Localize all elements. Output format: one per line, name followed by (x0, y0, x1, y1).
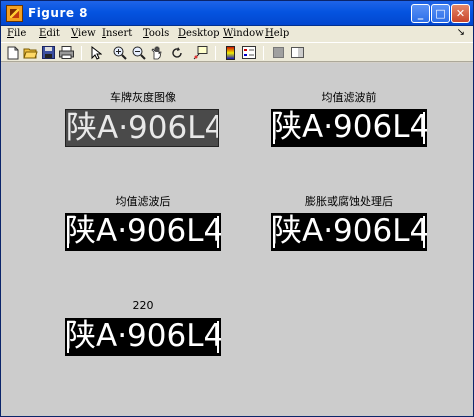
subplot-title: 均值滤波前 (321, 91, 377, 104)
title-bar[interactable]: Figure 8 _ □ ✕ (1, 1, 473, 26)
rotate-icon[interactable] (169, 45, 184, 60)
figure-canvas: 车牌灰度图像 陕A·906L4 均值滤波前 陕A·906L4 均值滤波后 陕A·… (1, 63, 473, 416)
matlab-icon (6, 5, 23, 22)
save-icon[interactable] (41, 45, 56, 60)
close-button[interactable]: ✕ (451, 4, 470, 23)
subplot-title: 220 (132, 299, 154, 312)
pointer-icon[interactable] (89, 45, 104, 60)
zoom-in-icon[interactable] (112, 45, 127, 60)
maximize-button[interactable]: □ (431, 4, 450, 23)
show-plot-tools-icon[interactable] (290, 45, 305, 60)
subplot-title: 车牌灰度图像 (110, 91, 176, 104)
subplot-title: 膨胀或腐蚀处理后 (305, 195, 393, 208)
hide-plot-tools-icon[interactable] (271, 45, 286, 60)
figure-window: Figure 8 _ □ ✕ File Edit View Insert Too… (0, 0, 474, 417)
menu-view[interactable]: View (71, 28, 96, 39)
menu-window[interactable]: Window (223, 28, 264, 39)
menu-overflow-icon[interactable]: ↘ (457, 27, 465, 38)
new-file-icon[interactable] (5, 45, 20, 60)
menu-bar: File Edit View Insert Tools Desktop Wind… (1, 26, 473, 42)
plate-image: 陕A·906L4 (65, 109, 219, 147)
window-title: Figure 8 (28, 6, 89, 20)
print-icon[interactable] (59, 45, 74, 60)
plate-image: 陕A·906L4 (271, 213, 427, 251)
menu-tools[interactable]: Tools (143, 28, 169, 39)
menu-desktop[interactable]: Desktop (178, 28, 220, 39)
zoom-out-icon[interactable] (131, 45, 146, 60)
open-folder-icon[interactable] (23, 45, 38, 60)
menu-file[interactable]: File (7, 28, 26, 39)
menu-help[interactable]: Help (265, 28, 289, 39)
plate-image: 陕A·906L4 (271, 109, 427, 147)
toolbar (1, 42, 473, 62)
plate-image: 陕A·906L4 (65, 318, 221, 356)
menu-edit[interactable]: Edit (39, 28, 60, 39)
subplot-title: 均值滤波后 (115, 195, 171, 208)
plate-image: 陕A·906L4 (65, 213, 221, 251)
colorbar-icon[interactable] (223, 45, 238, 60)
menu-insert[interactable]: Insert (102, 28, 132, 39)
data-cursor-icon[interactable] (193, 45, 208, 60)
legend-icon[interactable] (241, 45, 256, 60)
minimize-button[interactable]: _ (411, 4, 430, 23)
pan-icon[interactable] (150, 45, 165, 60)
